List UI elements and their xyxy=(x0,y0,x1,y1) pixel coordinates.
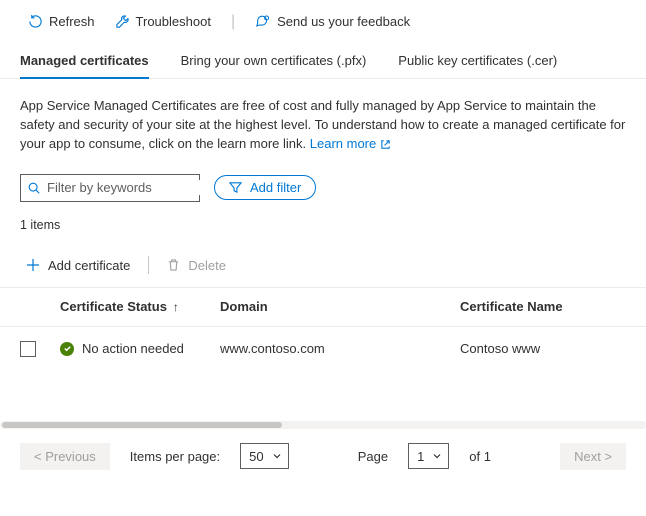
sort-ascending-icon: ↑ xyxy=(173,300,179,314)
certificates-table: Certificate Status ↑ Domain Certificate … xyxy=(0,287,646,371)
learn-more-link[interactable]: Learn more xyxy=(310,135,391,154)
add-certificate-label: Add certificate xyxy=(48,258,130,273)
row-status-cell: No action needed xyxy=(60,341,220,356)
description: App Service Managed Certificates are fre… xyxy=(0,79,646,168)
add-filter-button[interactable]: Add filter xyxy=(214,175,316,200)
plus-icon xyxy=(26,258,40,272)
header-status[interactable]: Certificate Status ↑ xyxy=(60,299,220,314)
chevron-down-icon xyxy=(272,451,282,461)
add-filter-label: Add filter xyxy=(250,180,301,195)
scrollbar-thumb[interactable] xyxy=(2,422,282,428)
header-name[interactable]: Certificate Name xyxy=(460,299,626,314)
filter-row: Add filter xyxy=(0,168,646,210)
success-icon xyxy=(60,342,74,356)
chevron-down-icon xyxy=(432,451,442,461)
page-of-text: of 1 xyxy=(469,449,491,464)
item-count: 1 items xyxy=(0,210,646,248)
external-link-icon xyxy=(380,139,391,150)
row-domain-cell: www.contoso.com xyxy=(220,341,460,356)
refresh-button[interactable]: Refresh xyxy=(20,10,103,33)
table-header: Certificate Status ↑ Domain Certificate … xyxy=(0,287,646,327)
table-row[interactable]: No action needed www.contoso.com Contoso… xyxy=(0,327,646,371)
delete-button: Delete xyxy=(161,254,232,277)
row-name-cell: Contoso www xyxy=(460,341,626,356)
refresh-label: Refresh xyxy=(49,14,95,29)
filter-icon xyxy=(229,181,242,194)
search-field[interactable] xyxy=(47,180,223,195)
trash-icon xyxy=(167,258,180,272)
page-select[interactable]: 1 xyxy=(408,443,449,469)
tab-public-key[interactable]: Public key certificates (.cer) xyxy=(398,45,557,78)
learn-more-label: Learn more xyxy=(310,135,376,154)
row-checkbox[interactable] xyxy=(20,341,36,357)
feedback-icon xyxy=(255,14,271,29)
tab-managed-certificates[interactable]: Managed certificates xyxy=(20,45,149,78)
troubleshoot-label: Troubleshoot xyxy=(136,14,211,29)
pagination: < Previous Items per page: 50 Page 1 of … xyxy=(0,429,646,488)
horizontal-scrollbar[interactable] xyxy=(0,421,646,429)
tabs: Managed certificates Bring your own cert… xyxy=(0,45,646,79)
items-per-page-label: Items per page: xyxy=(130,449,220,464)
feedback-label: Send us your feedback xyxy=(277,14,410,29)
wrench-icon xyxy=(115,14,130,29)
search-input[interactable] xyxy=(20,174,200,202)
troubleshoot-button[interactable]: Troubleshoot xyxy=(107,10,219,33)
page-label: Page xyxy=(358,449,388,464)
previous-button[interactable]: < Previous xyxy=(20,443,110,470)
toolbar-separator: | xyxy=(231,13,235,31)
action-separator xyxy=(148,256,149,274)
header-status-label: Certificate Status xyxy=(60,299,167,314)
feedback-button[interactable]: Send us your feedback xyxy=(247,10,418,33)
tab-bring-your-own[interactable]: Bring your own certificates (.pfx) xyxy=(181,45,367,78)
header-domain[interactable]: Domain xyxy=(220,299,460,314)
refresh-icon xyxy=(28,14,43,29)
actions-bar: Add certificate Delete xyxy=(0,248,646,287)
items-per-page-value: 50 xyxy=(249,449,263,464)
row-status-text: No action needed xyxy=(82,341,184,356)
page-value: 1 xyxy=(417,449,424,464)
next-button[interactable]: Next > xyxy=(560,443,626,470)
toolbar: Refresh Troubleshoot | Send us your feed… xyxy=(0,0,646,45)
items-per-page-select[interactable]: 50 xyxy=(240,443,288,469)
row-checkbox-cell xyxy=(20,341,60,357)
delete-label: Delete xyxy=(188,258,226,273)
add-certificate-button[interactable]: Add certificate xyxy=(20,254,136,277)
search-icon xyxy=(27,181,41,195)
